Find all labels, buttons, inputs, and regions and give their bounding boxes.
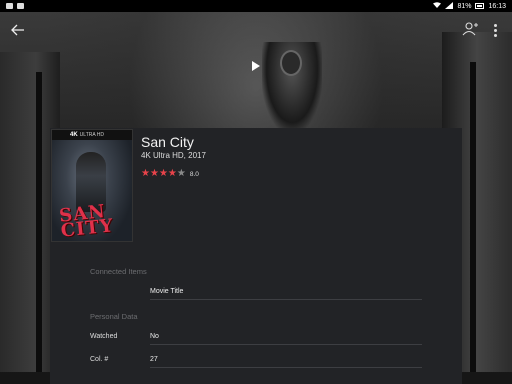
more-options-button[interactable] xyxy=(488,21,502,39)
play-trailer-button[interactable] xyxy=(248,58,264,74)
rating[interactable]: ★ ★ ★ ★ ★ 8.0 xyxy=(141,169,199,179)
star-icon: ★ xyxy=(141,168,150,179)
back-button[interactable] xyxy=(8,20,28,40)
connected-items-heading: Connected Items xyxy=(90,267,147,276)
wifi-icon xyxy=(433,1,442,11)
star-icon: ★ xyxy=(176,168,186,179)
person-add-icon xyxy=(462,22,478,36)
watched-value: No xyxy=(150,333,159,340)
backdrop-pole xyxy=(36,72,42,372)
connected-item-value: Movie Title xyxy=(150,288,184,295)
back-arrow-icon xyxy=(11,24,24,36)
notification-icon xyxy=(6,3,13,9)
collection-number-value: 27 xyxy=(150,356,158,363)
app-bar xyxy=(0,12,512,48)
row-divider xyxy=(150,367,422,368)
details-panel: 4K ULTRA HD SAN CITY San City 4K Ultra HD… xyxy=(50,128,462,384)
more-vert-icon xyxy=(493,23,497,27)
backdrop-pole xyxy=(470,62,476,372)
battery-percent: 81% xyxy=(457,2,472,10)
watched-row[interactable]: Watched No xyxy=(90,329,422,349)
status-bar: 81% 16:13 xyxy=(0,0,512,12)
play-icon xyxy=(252,61,260,71)
personal-data-heading: Personal Data xyxy=(90,312,138,321)
watched-label: Watched xyxy=(90,333,118,340)
cover-image[interactable]: 4K ULTRA HD SAN CITY xyxy=(51,129,133,242)
people-button[interactable] xyxy=(462,21,480,39)
collection-number-label: Col. # xyxy=(90,356,109,363)
star-icon: ★ xyxy=(149,168,159,179)
format-band: 4K ULTRA HD xyxy=(52,130,132,140)
movie-title: San City xyxy=(141,134,194,150)
star-icon: ★ xyxy=(167,168,177,179)
rating-value: 8.0 xyxy=(189,170,199,178)
battery-icon xyxy=(475,3,485,9)
star-icon: ★ xyxy=(158,168,168,179)
poster-title: SAN CITY xyxy=(58,201,115,242)
image-notification-icon xyxy=(17,3,24,9)
clock: 16:13 xyxy=(488,2,506,10)
backdrop-figure-head xyxy=(280,50,302,76)
signal-icon xyxy=(445,1,454,11)
collection-number-row[interactable]: Col. # 27 xyxy=(90,352,422,372)
movie-format-year: 4K Ultra HD, 2017 xyxy=(141,151,206,160)
row-divider xyxy=(150,344,422,345)
row-divider xyxy=(150,299,422,300)
connected-item-row[interactable]: Movie Title xyxy=(90,284,422,304)
